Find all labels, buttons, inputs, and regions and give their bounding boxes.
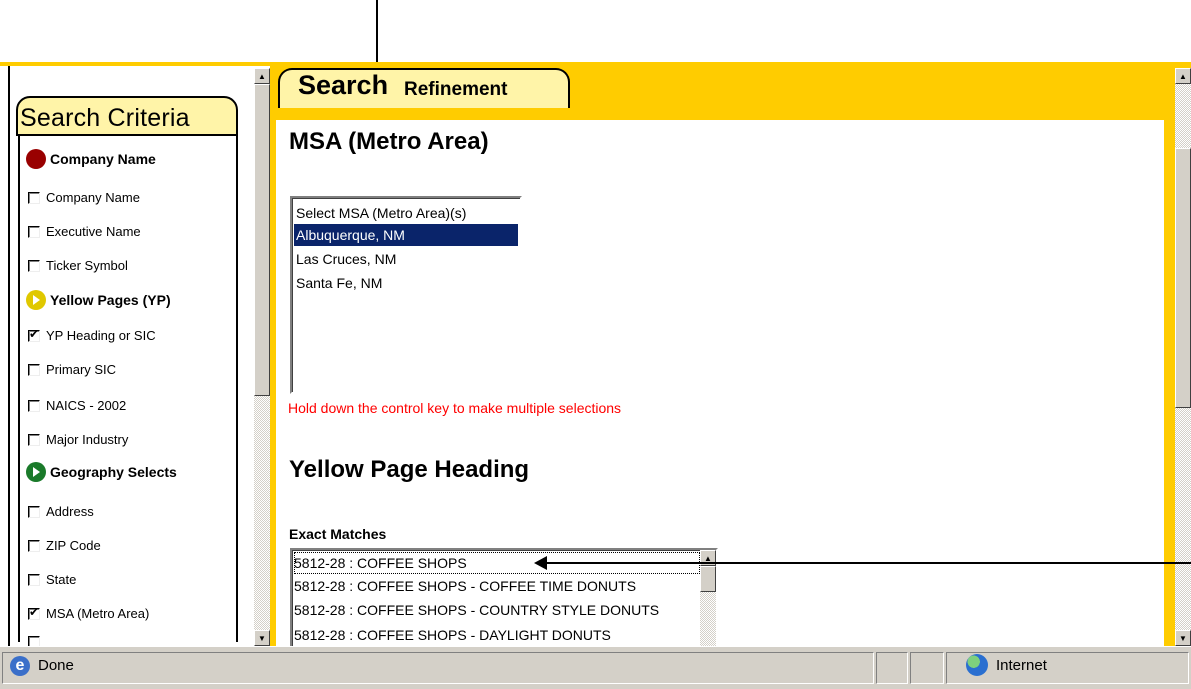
group-yellow-pages: Yellow Pages (YP) [26, 290, 171, 310]
criteria-ticker-symbol[interactable]: Ticker Symbol [28, 258, 128, 273]
checkbox[interactable] [28, 363, 40, 376]
status-cell-main [2, 652, 874, 684]
status-cell-empty-2 [910, 652, 944, 684]
group-title: Yellow Pages (YP) [50, 292, 171, 308]
criteria-executive-name[interactable]: Executive Name [28, 224, 141, 239]
criteria-yp-heading[interactable]: YP Heading or SIC [28, 327, 156, 343]
criteria-state[interactable]: State [28, 572, 76, 587]
msa-option[interactable]: Select MSA (Metro Area)(s) [294, 202, 518, 224]
search-refinement-tab: Search Refinement [278, 68, 570, 108]
criteria-label: Company Name [46, 190, 140, 205]
zone-text: Internet [996, 657, 1047, 674]
criteria-label: Ticker Symbol [46, 258, 128, 273]
exact-matches-scrollbar[interactable]: ▲ [700, 550, 716, 646]
right-scrollbar[interactable]: ▲ ▼ [1175, 68, 1191, 646]
checkbox[interactable] [28, 505, 40, 518]
checkbox-checked[interactable] [28, 605, 40, 620]
criteria-label: Address [46, 504, 94, 519]
left-scrollbar[interactable]: ▲ ▼ [254, 68, 270, 646]
criteria-msa[interactable]: MSA (Metro Area) [28, 605, 150, 621]
search-criteria-title: Search Criteria [20, 104, 190, 132]
annotation-arrow-horizontal [545, 562, 1191, 564]
scroll-up-button[interactable]: ▲ [1175, 68, 1191, 84]
yellow-arrow-icon [26, 290, 46, 310]
internet-globe-icon [966, 654, 988, 676]
msa-option[interactable]: Santa Fe, NM [294, 272, 518, 294]
msa-option[interactable]: Las Cruces, NM [294, 248, 518, 270]
checkbox[interactable] [28, 191, 40, 204]
group-title: Company Name [50, 151, 156, 167]
scroll-thumb[interactable] [254, 84, 270, 396]
criteria-address[interactable]: Address [28, 504, 94, 519]
scroll-down-button[interactable]: ▼ [254, 630, 270, 646]
criteria-primary-sic[interactable]: Primary SIC [28, 362, 116, 377]
criteria-label: State [46, 572, 77, 587]
exact-match-item[interactable]: 5812-28 : COFFEE SHOPS - DAYLIGHT DONUTS [294, 624, 700, 646]
red-dot-icon [26, 149, 46, 169]
group-title: Geography Selects [50, 464, 177, 480]
checkbox[interactable] [28, 225, 40, 238]
criteria-company-name[interactable]: Company Name [28, 190, 140, 205]
multi-select-hint: Hold down the control key to make multip… [288, 400, 622, 416]
msa-option-selected[interactable]: Albuquerque, NM [294, 224, 518, 246]
criteria-zip-code[interactable]: ZIP Code [28, 538, 101, 553]
checkbox-checked[interactable] [28, 327, 40, 342]
criteria-major-industry[interactable]: Major Industry [28, 432, 128, 447]
exact-match-item[interactable]: 5812-28 : COFFEE SHOPS - COUNTRY STYLE D… [294, 599, 700, 621]
ie-page-icon: e [10, 656, 30, 676]
criteria-label: YP Heading or SIC [46, 328, 156, 343]
scroll-thumb[interactable] [700, 566, 716, 592]
green-arrow-icon [26, 462, 46, 482]
annotation-arrowhead-left [534, 556, 547, 570]
msa-heading: MSA (Metro Area) [289, 128, 489, 155]
status-cell-empty-1 [876, 652, 908, 684]
exact-match-item[interactable]: 5812-28 : COFFEE SHOPS - COFFEE TIME DON… [294, 575, 700, 597]
checkbox[interactable] [28, 539, 40, 552]
checkbox[interactable] [28, 399, 40, 412]
criteria-label: ZIP Code [46, 538, 101, 553]
criteria-label: Executive Name [46, 224, 141, 239]
criteria-label: Major Industry [46, 432, 129, 447]
msa-listbox[interactable]: Select MSA (Metro Area)(s) Albuquerque, … [290, 196, 522, 394]
scroll-up-button[interactable]: ▲ [254, 68, 270, 84]
group-company-name: Company Name [26, 149, 156, 169]
refinement-tab-word2: Refinement [404, 79, 508, 100]
refinement-tab-word1: Search [298, 70, 389, 100]
criteria-naics[interactable]: NAICS - 2002 [28, 398, 126, 413]
group-geography: Geography Selects [26, 462, 177, 482]
criteria-label: MSA (Metro Area) [46, 606, 150, 621]
checkbox[interactable] [28, 433, 40, 446]
checkbox[interactable] [28, 259, 40, 272]
exact-matches-label: Exact Matches [289, 526, 387, 542]
criteria-label: NAICS - 2002 [46, 398, 127, 413]
scroll-down-button[interactable]: ▼ [1175, 630, 1191, 646]
scroll-thumb[interactable] [1175, 148, 1191, 408]
status-text: Done [38, 657, 74, 674]
yellow-page-heading-title: Yellow Page Heading [289, 456, 530, 483]
search-criteria-border [18, 134, 238, 642]
checkbox[interactable] [28, 573, 40, 586]
criteria-label: Primary SIC [46, 362, 117, 377]
